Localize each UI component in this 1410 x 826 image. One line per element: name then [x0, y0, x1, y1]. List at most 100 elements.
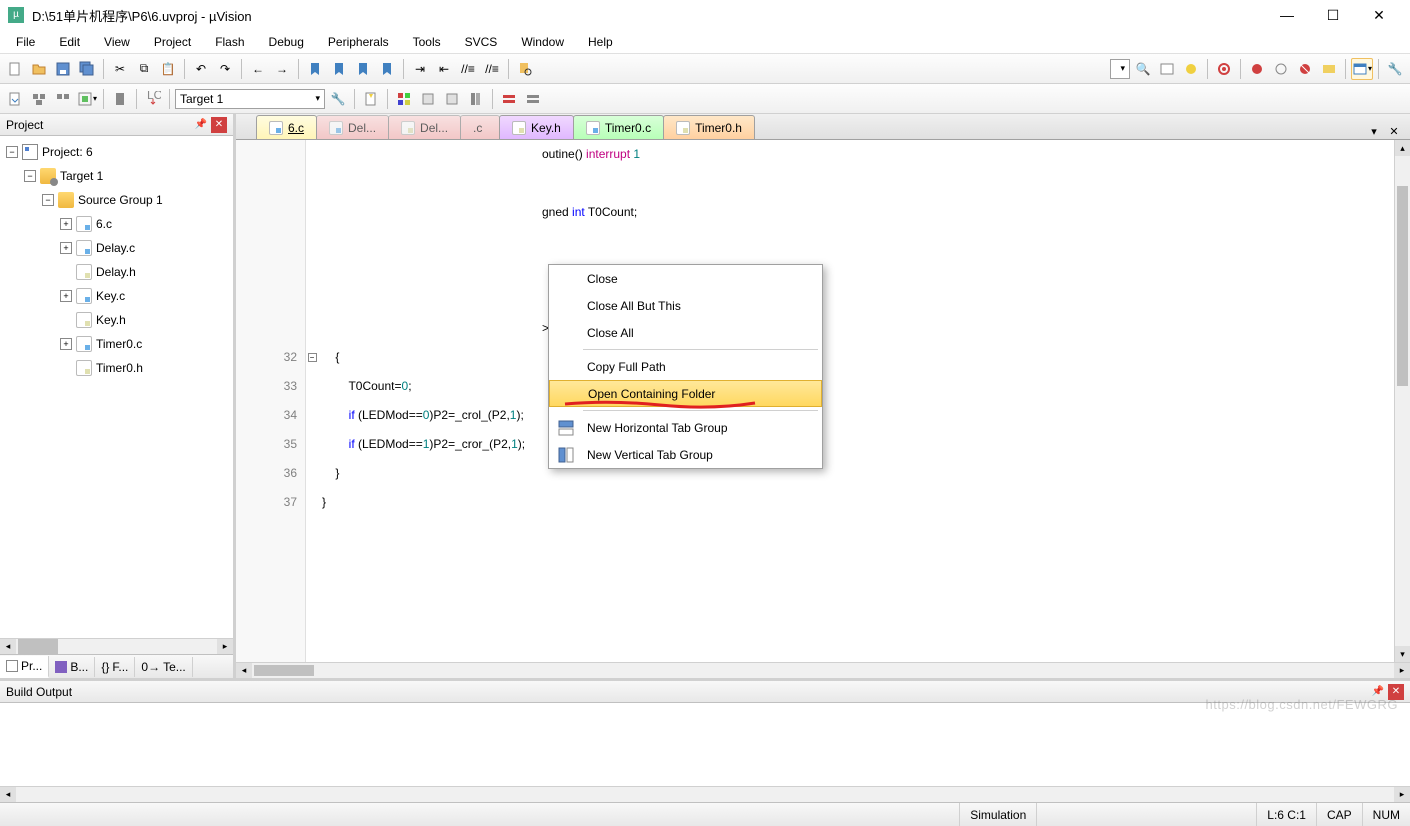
breakpoint-disable-button[interactable]	[1270, 58, 1292, 80]
open-file-button[interactable]	[28, 58, 50, 80]
bookmark-toggle-button[interactable]	[304, 58, 326, 80]
pack-installer-button[interactable]	[441, 88, 463, 110]
uncomment-button[interactable]: //≡	[481, 58, 503, 80]
new-file-button[interactable]	[4, 58, 26, 80]
rebuild-button[interactable]	[52, 88, 74, 110]
panel-pin-button[interactable]: 📌	[193, 117, 209, 133]
target-node[interactable]: − Target 1	[2, 164, 231, 188]
tab-close-button[interactable]: ✕	[1386, 123, 1402, 139]
file-tab[interactable]: Timer0.c	[573, 115, 664, 139]
manage-project-button[interactable]	[360, 88, 382, 110]
paste-button[interactable]: 📋	[157, 58, 179, 80]
minimize-button[interactable]: —	[1264, 0, 1310, 30]
menu-tools[interactable]: Tools	[401, 31, 453, 53]
stop-build-button[interactable]	[109, 88, 131, 110]
tree-toggle-icon[interactable]: −	[42, 194, 54, 206]
search-combo[interactable]: ▾	[1110, 59, 1130, 79]
bookmark-prev-button[interactable]	[328, 58, 350, 80]
manage-components-button[interactable]	[393, 88, 415, 110]
file-tab[interactable]: Del...	[388, 115, 461, 139]
configure-button[interactable]: 🔧	[1384, 58, 1406, 80]
panel-close-button[interactable]: ✕	[211, 117, 227, 133]
menu-flash[interactable]: Flash	[203, 31, 256, 53]
scroll-thumb[interactable]	[18, 639, 58, 654]
books-button[interactable]	[465, 88, 487, 110]
menu-new-horizontal-group[interactable]: New Horizontal Tab Group	[549, 414, 822, 441]
bookmark-clear-button[interactable]	[376, 58, 398, 80]
scroll-left-icon[interactable]: ◂	[236, 663, 252, 678]
configure-flash-button[interactable]	[522, 88, 544, 110]
save-button[interactable]	[52, 58, 74, 80]
file-tab[interactable]: Key.h	[499, 115, 574, 139]
tab-project[interactable]: Pr...	[0, 656, 49, 678]
file-tab-active[interactable]: 6.c	[256, 115, 317, 139]
scroll-right-icon[interactable]: ▸	[217, 639, 233, 654]
target-options-button[interactable]: 🔧	[327, 88, 349, 110]
file-tab[interactable]: Timer0.h	[663, 115, 755, 139]
menu-peripherals[interactable]: Peripherals	[316, 31, 401, 53]
tab-books[interactable]: B...	[49, 657, 95, 677]
batch-button[interactable]	[498, 88, 520, 110]
tree-toggle-icon[interactable]: −	[6, 146, 18, 158]
code-content[interactable]: outine() interrupt 1 gned int T0Count; >…	[318, 140, 1410, 662]
fold-toggle-icon[interactable]: −	[308, 353, 317, 362]
scroll-up-icon[interactable]: ▴	[1395, 140, 1410, 156]
debug-button[interactable]	[1180, 58, 1202, 80]
scroll-thumb[interactable]	[254, 665, 314, 676]
window-list-button[interactable]: ▾	[1351, 58, 1373, 80]
project-hscroll[interactable]: ◂ ▸	[0, 638, 233, 654]
breakpoint-kill-button[interactable]	[1294, 58, 1316, 80]
menu-window[interactable]: Window	[509, 31, 576, 53]
comment-button[interactable]: //≡	[457, 58, 479, 80]
menu-close-all-but-this[interactable]: Close All But This	[549, 292, 822, 319]
tree-toggle-icon[interactable]: +	[60, 290, 72, 302]
file-node[interactable]: + Delay.c	[2, 236, 231, 260]
file-tab[interactable]: .c	[460, 115, 500, 139]
project-root[interactable]: − Project: 6	[2, 140, 231, 164]
file-node[interactable]: + 6.c	[2, 212, 231, 236]
menu-close[interactable]: Close	[549, 265, 822, 292]
nav-back-button[interactable]: ←	[247, 58, 269, 80]
select-packs-button[interactable]	[417, 88, 439, 110]
menu-project[interactable]: Project	[142, 31, 203, 53]
scroll-thumb[interactable]	[1397, 186, 1408, 386]
file-tab[interactable]: Del...	[316, 115, 389, 139]
scroll-left-icon[interactable]: ◂	[0, 639, 16, 654]
batch-build-button[interactable]: ▾	[76, 88, 98, 110]
redo-button[interactable]: ↷	[214, 58, 236, 80]
build-output-body[interactable]	[0, 703, 1410, 786]
build-button[interactable]	[28, 88, 50, 110]
editor-hscroll[interactable]: ◂ ▸	[236, 662, 1410, 678]
find-button[interactable]: 🔍	[1132, 58, 1154, 80]
build-output-hscroll[interactable]: ◂ ▸	[0, 786, 1410, 802]
file-node[interactable]: Timer0.h	[2, 356, 231, 380]
save-all-button[interactable]	[76, 58, 98, 80]
group-node[interactable]: − Source Group 1	[2, 188, 231, 212]
maximize-button[interactable]: ☐	[1310, 0, 1356, 30]
code-editor[interactable]: 32 33 34 35 36 37 − outine() interrupt 1…	[236, 140, 1410, 662]
scroll-down-icon[interactable]: ▾	[1395, 646, 1410, 662]
project-tree[interactable]: − Project: 6 − Target 1 − Source Group 1…	[0, 136, 233, 638]
tree-toggle-icon[interactable]: +	[60, 218, 72, 230]
file-node[interactable]: Key.h	[2, 308, 231, 332]
tree-toggle-icon[interactable]: +	[60, 338, 72, 350]
tree-toggle-icon[interactable]: +	[60, 242, 72, 254]
menu-view[interactable]: View	[92, 31, 142, 53]
close-window-button[interactable]: ✕	[1356, 0, 1402, 30]
tab-functions[interactable]: {}F...	[95, 657, 135, 677]
menu-help[interactable]: Help	[576, 31, 625, 53]
file-node[interactable]: Delay.h	[2, 260, 231, 284]
target-combo[interactable]: Target 1▾	[175, 89, 325, 109]
scroll-left-icon[interactable]: ◂	[0, 787, 16, 802]
file-node[interactable]: + Timer0.c	[2, 332, 231, 356]
incremental-find-button[interactable]	[1156, 58, 1178, 80]
menu-svcs[interactable]: SVCS	[453, 31, 510, 53]
undo-button[interactable]: ↶	[190, 58, 212, 80]
scroll-right-icon[interactable]: ▸	[1394, 663, 1410, 678]
breakpoint-window-button[interactable]	[1318, 58, 1340, 80]
menu-debug[interactable]: Debug	[257, 31, 316, 53]
translate-button[interactable]	[4, 88, 26, 110]
menu-edit[interactable]: Edit	[47, 31, 92, 53]
breakpoint-button[interactable]	[1246, 58, 1268, 80]
debug-start-button[interactable]	[1213, 58, 1235, 80]
